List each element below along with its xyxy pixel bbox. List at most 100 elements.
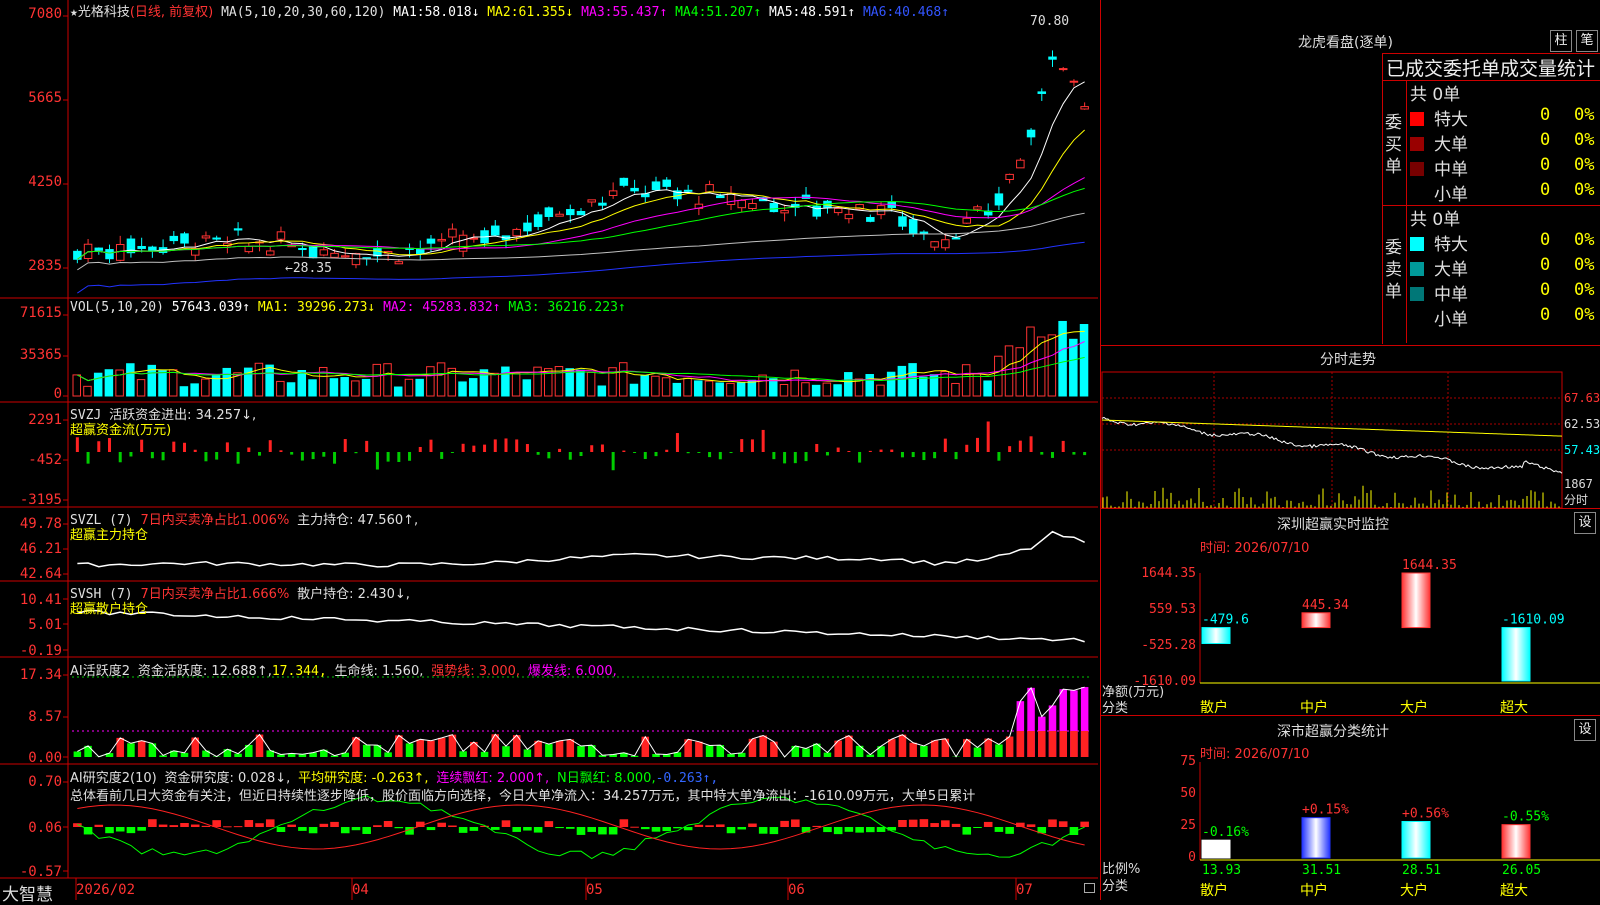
volume-bar	[1070, 339, 1078, 396]
longhu-title: 龙虎看盘(逐单)	[1298, 32, 1393, 52]
row-value: 0	[1540, 280, 1550, 300]
row-percent: 0%	[1574, 255, 1594, 275]
volume-bar	[770, 379, 778, 396]
svsh-ytick-1: 10.41	[0, 592, 62, 608]
research-bar	[791, 819, 800, 827]
research-bar	[770, 827, 779, 834]
bar-view-button[interactable]: 柱	[1550, 30, 1572, 52]
fund-flow-bar	[97, 441, 100, 452]
ma2-value: 61.355↓	[519, 5, 574, 20]
volume-bar	[266, 365, 274, 396]
activity-bar	[524, 749, 532, 757]
period-mode[interactable]: (日线, 前复权)	[130, 5, 213, 20]
volume-bar	[137, 380, 145, 396]
fund-flow-bar	[1008, 446, 1011, 452]
research-bar	[502, 820, 511, 827]
sell-total: 共 0单	[1410, 205, 1460, 230]
research-bar	[298, 827, 307, 831]
main-chart-canvas[interactable]	[0, 0, 1100, 900]
candle-body	[995, 194, 1003, 205]
activity-bar	[363, 745, 371, 757]
monitor-ytick-3: -525.28	[1106, 638, 1196, 653]
research-bar	[277, 827, 286, 832]
fund-flow-bar	[730, 452, 733, 453]
classify-ytick-1: 75	[1106, 754, 1196, 769]
fund-flow-bar	[826, 452, 829, 455]
fund-flow-bar	[655, 452, 658, 456]
row-value: 0	[1540, 105, 1550, 125]
monitor-settings-button[interactable]: 设	[1574, 512, 1596, 534]
research-bar	[352, 827, 361, 830]
fund-flow-bar	[783, 452, 786, 463]
fund-flow-bar	[880, 450, 883, 452]
fund-flow-bar	[419, 447, 422, 452]
activity-bar-base	[1070, 731, 1078, 757]
classify-title: 深市超赢分类统计	[1277, 721, 1389, 741]
volume-bar	[373, 364, 381, 396]
candle-body	[899, 217, 907, 226]
favorite-star-icon[interactable]: ★	[70, 5, 78, 20]
volume-bar	[684, 378, 692, 396]
longhu-sell-row: 特大	[1410, 230, 1468, 255]
fund-flow-bar	[312, 452, 315, 459]
candle-body	[299, 249, 307, 250]
fund-flow-bar	[237, 452, 240, 464]
buy-side-label: 委买单	[1385, 112, 1403, 178]
research-bar	[491, 827, 500, 830]
candle-body	[974, 207, 982, 209]
intraday-ytick-3: 57.43	[1564, 443, 1600, 457]
candle-body	[738, 200, 746, 207]
research-bar	[866, 827, 875, 832]
research-bar	[437, 823, 446, 827]
fund-flow-bar	[279, 450, 282, 452]
volume-bar	[127, 364, 135, 396]
fund-flow-bar	[269, 440, 272, 452]
classify-settings-button[interactable]: 设	[1574, 719, 1596, 741]
activity-bar	[888, 739, 896, 757]
candle-body	[202, 236, 210, 238]
xaxis-label-1: 2026/02	[76, 882, 135, 898]
fund-flow-bar	[526, 444, 529, 452]
fund-flow-bar	[1083, 452, 1086, 455]
fund-flow-bar	[847, 451, 850, 452]
stock-name: 光格科技	[78, 5, 130, 20]
candle-body	[395, 262, 403, 264]
fund-flow-bar	[858, 452, 861, 463]
fund-flow-bar	[204, 452, 207, 461]
svsh-ytick-2: 5.01	[0, 617, 62, 633]
fund-flow-bar	[76, 437, 79, 452]
ai-active-ytick-3: 0.00	[0, 750, 62, 766]
kline-ytick-2: 5665	[0, 90, 62, 106]
color-swatch-icon	[1410, 137, 1424, 151]
fund-flow-bar	[494, 439, 497, 452]
activity-bar	[845, 736, 853, 757]
research-bar	[748, 824, 757, 827]
candle-body	[342, 256, 350, 257]
xaxis-label-2: 04	[352, 882, 369, 898]
fund-flow-bar	[1072, 452, 1075, 455]
research-bar	[598, 827, 607, 834]
research-bar	[266, 819, 275, 827]
research-bar	[845, 827, 854, 832]
research-bar	[620, 819, 629, 827]
volume-bar	[652, 376, 660, 396]
candle-body	[449, 229, 457, 237]
candle-body	[1049, 57, 1057, 59]
svzl-label1: 7日内买卖净占比1.006%	[140, 513, 289, 528]
candle-body	[770, 203, 778, 211]
fund-flow-bar	[376, 452, 379, 470]
research-bar	[695, 825, 704, 827]
lock-icon[interactable]	[1084, 883, 1095, 893]
row-name: 特大	[1434, 110, 1468, 130]
activity-bar	[545, 744, 553, 757]
volume-bar	[502, 367, 510, 396]
candle-body	[609, 191, 617, 196]
vol-value: 57643.039↑	[172, 300, 250, 315]
activity-bar	[417, 739, 425, 757]
research-bar	[127, 827, 136, 833]
research-bar	[973, 827, 982, 828]
fund-flow-bar	[504, 438, 507, 452]
candle-body	[749, 204, 757, 209]
fund-flow-bar	[451, 452, 454, 453]
tick-view-button[interactable]: 笔	[1576, 30, 1598, 52]
